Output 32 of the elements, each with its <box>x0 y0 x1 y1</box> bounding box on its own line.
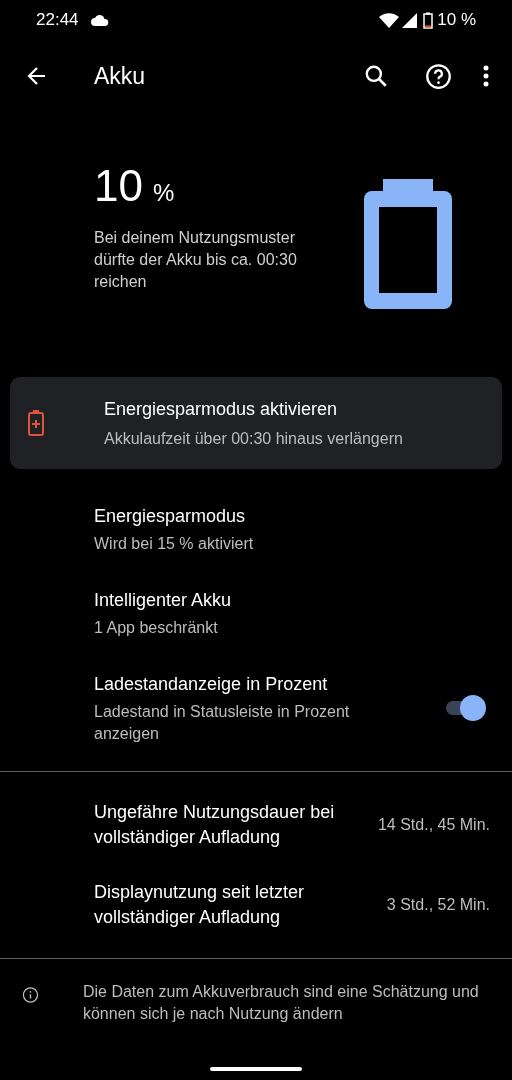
switch-setting-row[interactable]: Ladestandanzeige in Prozent Ladestand in Statusleiste in Prozent anzeigen <box>0 659 512 757</box>
wifi-icon <box>379 12 400 28</box>
battery-icon <box>423 11 434 29</box>
footer-note: Die Daten zum Akkuverbrauch sind eine Schätzung und können sich je nach Nutzung ändern <box>82 982 480 1024</box>
battery-percentage: 10 % <box>437 9 476 32</box>
percent-unit: % <box>152 178 175 208</box>
page-title: Akku <box>94 61 147 91</box>
help-button[interactable] <box>424 62 452 90</box>
battery-icon <box>364 179 452 309</box>
setting-row[interactable]: Intelligenter Akku 1 App beschränkt <box>0 575 512 651</box>
navigation-handle[interactable] <box>210 1067 302 1071</box>
setting-title: Intelligenter Akku <box>94 589 233 612</box>
battery-estimate: Bei deinem Nutzungsmuster dürfte der Akku bis ca. 00:30 reichen <box>94 228 298 292</box>
setting-title: Ladestandanzeige in Prozent <box>94 673 329 696</box>
toggle-switch[interactable] <box>444 695 486 721</box>
battery-level: 10 <box>94 164 143 208</box>
stat-value: 3 Std., 52 Min. <box>386 895 490 915</box>
setting-row[interactable]: Energiesparmodus Wird bei 15 % aktiviert <box>0 491 512 567</box>
battery-plus-icon <box>28 410 44 436</box>
battery-saver-suggestion-card[interactable]: Energiesparmodus aktivieren Akkulaufzeit über 00:30 hinaus verlängern <box>10 377 502 469</box>
setting-summary: 1 App beschränkt <box>94 618 219 638</box>
suggestion-title: Energiesparmodus aktivieren <box>104 397 339 421</box>
status-time: 22:44 <box>36 9 79 32</box>
suggestion-summary: Akkulaufzeit über 00:30 hinaus verlängern <box>104 428 403 449</box>
stat-value: 14 Std., 45 Min. <box>377 815 490 835</box>
setting-summary: Wird bei 15 % aktiviert <box>94 534 255 554</box>
stat-title: Ungefähre Nutzungsdauer bei vollständiger Aufladung <box>94 801 336 849</box>
stat-title: Displaynutzung seit letzter vollständiger Aufladung <box>94 881 306 929</box>
setting-summary: Ladestand in Statusleiste in Prozent anzeigen <box>94 702 351 744</box>
signal-icon <box>402 12 418 28</box>
setting-title: Energiesparmodus <box>94 505 247 528</box>
cloud-icon <box>90 14 109 26</box>
